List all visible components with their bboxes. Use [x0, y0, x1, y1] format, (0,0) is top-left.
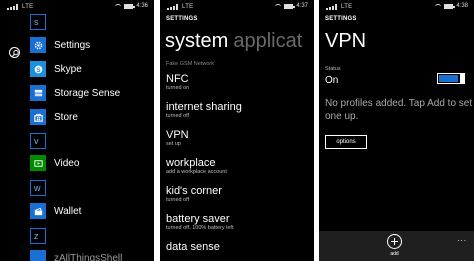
app-item-settings[interactable]: Settings	[30, 37, 90, 53]
clock: 4:36	[136, 3, 148, 9]
app-label: zAllThingsShell	[54, 252, 123, 261]
setting-title: internet sharing	[166, 101, 242, 113]
wallet-icon	[30, 203, 46, 219]
vpn-toggle-switch[interactable]	[437, 73, 465, 84]
setting-battery-saver[interactable]: battery saver turned off. 100% battery l…	[166, 213, 233, 232]
wifi-icon	[115, 3, 122, 9]
setting-nfc[interactable]: NFC turned on	[166, 73, 189, 92]
options-button[interactable]: options	[325, 135, 367, 149]
setting-internet-sharing[interactable]: internet sharing turned off	[166, 101, 242, 120]
status-value: On	[325, 75, 339, 86]
signal-icon	[7, 4, 19, 10]
network-type: LTE	[341, 4, 353, 10]
signal-icon	[326, 4, 338, 10]
network-type: LTE	[182, 4, 194, 10]
toggle-knob	[460, 73, 465, 84]
storage-icon	[30, 85, 46, 101]
pivot-tab-system[interactable]: system	[165, 30, 228, 52]
setting-title: NFC	[166, 73, 189, 85]
pivot-tab-applications[interactable]: applicat	[233, 30, 302, 52]
app-label: Video	[54, 157, 80, 169]
app-header: SETTINGS	[166, 16, 198, 22]
setting-title: VPN	[166, 129, 189, 141]
empty-profiles-message: No profiles added. Tap Add to set one up…	[325, 98, 473, 122]
store-icon	[30, 109, 46, 125]
setting-subtitle: turned off	[166, 197, 190, 203]
pivot-header: system applicat	[165, 30, 302, 53]
app-item-store[interactable]: Store	[30, 109, 78, 125]
app-item-skype[interactable]: S Skype	[30, 61, 82, 77]
jump-letter-s[interactable]: s	[30, 14, 46, 30]
skype-icon: S	[30, 61, 46, 77]
setting-subtitle: add a workplace account	[166, 169, 227, 175]
battery-icon	[124, 3, 136, 9]
app-label: Wallet	[54, 205, 82, 217]
wifi-icon	[275, 3, 282, 9]
app-icon	[30, 250, 46, 261]
gear-icon	[30, 37, 46, 53]
app-label: Storage Sense	[54, 87, 121, 99]
app-label: Store	[54, 111, 78, 123]
page-title: VPN	[325, 30, 367, 52]
status-bar: LTE 4:36	[0, 0, 154, 14]
setting-title: data sense	[166, 241, 220, 253]
wifi-icon	[435, 3, 442, 9]
setting-title: kid's corner	[166, 185, 222, 197]
setting-subtitle: turned off. 100% battery left	[166, 225, 234, 231]
app-item-wallet[interactable]: Wallet	[30, 203, 81, 219]
status-label: Status	[325, 66, 341, 72]
clock: 4:37	[296, 3, 308, 9]
setting-subtitle: set up	[166, 141, 181, 147]
app-header: SETTINGS	[325, 16, 357, 22]
phone-app-list: LTE 4:36 s Settings S Skype Storage Sens…	[0, 0, 154, 261]
battery-icon	[444, 3, 456, 9]
more-options-icon[interactable]: ...	[457, 234, 467, 243]
app-item-zallthingsshell[interactable]: zAllThingsShell	[30, 250, 122, 261]
phone-vpn: LTE 4:38 SETTINGS VPN Status On No profi…	[319, 0, 474, 261]
app-item-storage-sense[interactable]: Storage Sense	[30, 85, 120, 101]
setting-subtitle: turned off	[166, 113, 190, 119]
svg-text:S: S	[36, 66, 41, 73]
app-label: Settings	[54, 39, 91, 51]
setting-workplace[interactable]: workplace add a workplace account	[166, 157, 227, 176]
jump-letter-v[interactable]: v	[30, 133, 46, 149]
status-bar: LTE 4:38	[319, 0, 474, 14]
app-bar: add ...	[319, 231, 474, 261]
clock: 4:38	[456, 3, 468, 9]
setting-title: battery saver	[166, 213, 230, 225]
scrolled-item: Fake GSM Network	[166, 61, 214, 67]
toggle-fill	[439, 75, 458, 82]
add-label: add	[390, 251, 399, 257]
jump-letter-z[interactable]: z	[30, 228, 46, 244]
status-bar: LTE 4:37	[160, 0, 314, 14]
app-item-video[interactable]: Video	[30, 155, 79, 171]
phone-settings: LTE 4:37 SETTINGS system applicat Fake GS…	[160, 0, 314, 261]
setting-subtitle: turned on	[166, 85, 190, 91]
signal-icon	[167, 4, 179, 10]
app-label: Skype	[54, 63, 82, 75]
add-icon[interactable]	[387, 234, 402, 249]
jump-letter-w[interactable]: w	[30, 180, 46, 196]
setting-title: workplace	[166, 157, 216, 169]
setting-kids-corner[interactable]: kid's corner turned off	[166, 185, 222, 204]
search-icon[interactable]	[9, 47, 20, 58]
setting-vpn[interactable]: VPN set up	[166, 129, 189, 148]
video-icon	[30, 155, 46, 171]
setting-data-sense[interactable]: data sense	[166, 241, 220, 253]
network-type: LTE	[22, 4, 34, 10]
battery-icon	[284, 3, 296, 9]
